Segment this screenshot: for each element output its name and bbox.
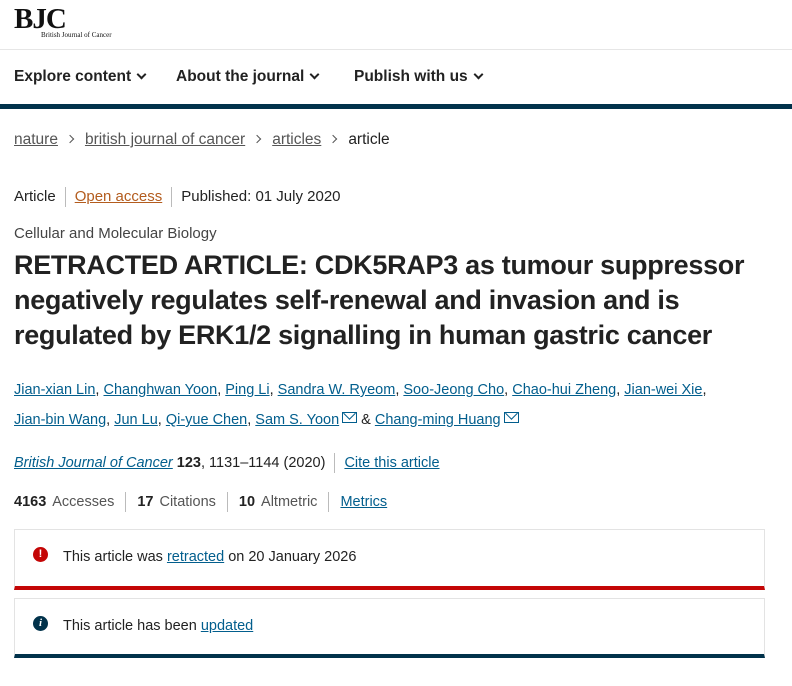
chevron-right-icon <box>329 134 338 144</box>
retraction-notice: ! This article was retracted on 20 Janua… <box>14 529 765 590</box>
author-link[interactable]: Soo-Jeong Cho <box>403 382 504 398</box>
altmetric-label: Altmetric <box>261 493 318 510</box>
author-link[interactable]: Sam S. Yoon <box>255 412 339 428</box>
published-date: Published: 01 July 2020 <box>181 187 341 205</box>
article-metrics: 4163 Accesses 17 Citations 10 Altmetric Metric… <box>14 492 387 512</box>
volume-number: 123 <box>176 454 201 471</box>
citations-count: 17 <box>137 493 154 510</box>
author-link[interactable]: Jun Lu <box>114 412 158 428</box>
updated-link[interactable]: updated <box>201 618 253 634</box>
author-link[interactable]: Chao-hui Zheng <box>512 382 616 398</box>
nav-publish-with-us[interactable]: Publish with us <box>354 68 484 86</box>
notice-text: This article was <box>63 549 167 565</box>
error-icon: ! <box>33 547 48 562</box>
article-type: Article <box>14 187 56 205</box>
author-link[interactable]: Sandra W. Ryeom <box>278 382 396 398</box>
chevron-down-icon <box>309 69 320 80</box>
author-link[interactable]: Jian-xian Lin <box>14 382 95 398</box>
author-link[interactable]: Changhwan Yoon <box>103 382 217 398</box>
nav-explore-content[interactable]: Explore content <box>14 68 147 86</box>
email-icon[interactable] <box>342 412 358 423</box>
author-separator: , <box>157 412 166 428</box>
chevron-right-icon <box>252 134 262 144</box>
author-link[interactable]: Qi-yue Chen <box>166 412 247 428</box>
open-access-link[interactable]: Open access <box>75 188 163 205</box>
breadcrumb-nature[interactable]: nature <box>14 131 58 148</box>
article-title: RETRACTED ARTICLE: CDK5RAP3 as tumour su… <box>14 250 745 350</box>
accesses-count: 4163 <box>14 493 47 510</box>
notice-text: on 20 January 2026 <box>224 549 357 565</box>
author-separator: , <box>106 412 115 428</box>
logo-sub-text: British Journal of Cancer <box>41 31 112 39</box>
author-link[interactable]: Jian-wei Xie <box>624 382 702 398</box>
breadcrumb-current: article <box>348 131 390 148</box>
nav-label: Publish with us <box>354 68 468 85</box>
divider <box>226 492 228 512</box>
author-link[interactable]: Chang-ming Huang <box>375 412 501 428</box>
nav-divider <box>0 104 792 109</box>
update-notice: i This article has been updated <box>14 598 765 658</box>
main-nav: Explore content About the journal Publis… <box>0 51 792 104</box>
author-link[interactable]: Jian-bin Wang <box>14 412 106 428</box>
author-list: Jian-xian Lin, Changhwan Yoon, Ping Li, … <box>14 375 784 435</box>
breadcrumb-articles[interactable]: articles <box>272 131 321 148</box>
divider <box>328 492 330 512</box>
journal-logo[interactable]: BJC British Journal of Cancer <box>14 3 112 39</box>
author-separator: , <box>269 382 278 398</box>
notice-text: This article has been <box>63 618 201 634</box>
logo-main-text: BJC <box>14 3 67 35</box>
citation-line: British Journal of Cancer 123, 1131–1144… <box>14 453 440 473</box>
author-and: & <box>361 412 371 428</box>
email-icon[interactable] <box>503 412 519 423</box>
breadcrumb: nature british journal of cancer articles a… <box>14 131 390 149</box>
divider <box>334 453 336 473</box>
citations-label: Citations <box>159 493 216 510</box>
nav-label: About the journal <box>176 68 305 85</box>
article-subject: Cellular and Molecular Biology <box>14 225 217 242</box>
article-meta: Article Open access Published: 01 July 202… <box>14 187 341 207</box>
retracted-link[interactable]: retracted <box>167 549 224 565</box>
divider <box>125 492 127 512</box>
retraction-text: This article was retracted on 20 January… <box>63 549 356 565</box>
cite-article-link[interactable]: Cite this article <box>344 455 439 471</box>
chevron-down-icon <box>136 69 147 80</box>
update-text: This article has been updated <box>63 618 253 634</box>
divider <box>171 187 173 207</box>
accesses-label: Accesses <box>52 493 115 510</box>
nav-label: Explore content <box>14 68 132 85</box>
author-link[interactable]: Ping Li <box>225 382 269 398</box>
author-separator: , <box>702 382 707 398</box>
divider <box>64 187 66 207</box>
chevron-down-icon <box>473 69 484 80</box>
header-logo-bar: BJC British Journal of Cancer <box>0 0 792 50</box>
author-separator: , <box>504 382 513 398</box>
journal-link[interactable]: British Journal of Cancer <box>14 455 173 471</box>
pages-year: , 1131–1144 (2020) <box>201 454 326 471</box>
altmetric-score: 10 <box>238 493 256 510</box>
chevron-right-icon <box>65 134 75 144</box>
metrics-link[interactable]: Metrics <box>340 494 387 510</box>
info-icon: i <box>33 616 48 631</box>
breadcrumb-bjc[interactable]: british journal of cancer <box>85 131 245 148</box>
nav-about-journal[interactable]: About the journal <box>176 68 320 86</box>
